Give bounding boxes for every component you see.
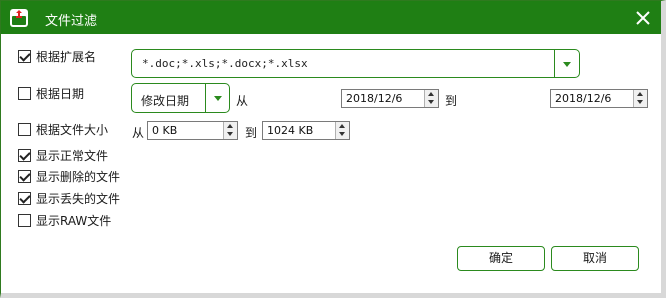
dialog-title: 文件过滤 — [45, 14, 98, 29]
chevron-down-icon[interactable] — [214, 96, 222, 101]
extension-combo[interactable]: *.doc;*.xls;*.docx;*.xlsx — [131, 49, 580, 78]
option-show-lost[interactable]: 显示丢失的文件 — [18, 190, 120, 207]
combo-divider — [205, 84, 206, 112]
date-filter-checkbox-row[interactable]: 根据日期 — [18, 85, 84, 102]
show-lost-checkbox[interactable] — [18, 192, 31, 205]
app-logo-icon — [10, 9, 28, 27]
extension-filter-checkbox-row[interactable]: 根据扩展名 — [18, 48, 96, 65]
spin-down-icon[interactable] — [224, 130, 237, 138]
spin-buttons — [633, 90, 647, 107]
size-to-stepper[interactable]: 1024 KB — [262, 121, 350, 140]
size-from-value: 0 KB — [152, 124, 178, 137]
date-to-picker[interactable]: 2018/12/6 — [550, 89, 648, 108]
date-type-value: 修改日期 — [141, 94, 190, 108]
size-filter-checkbox-row[interactable]: 根据文件大小 — [18, 121, 108, 138]
spin-down-icon[interactable] — [336, 130, 349, 138]
show-normal-label: 显示正常文件 — [36, 149, 109, 163]
option-show-deleted[interactable]: 显示删除的文件 — [18, 168, 120, 185]
show-lost-label: 显示丢失的文件 — [36, 192, 121, 206]
cancel-button[interactable]: 取消 — [551, 246, 639, 271]
size-filter-checkbox[interactable] — [18, 123, 31, 136]
date-type-combo[interactable]: 修改日期 — [131, 83, 230, 113]
date-to-value: 2018/12/6 — [555, 92, 612, 105]
spin-up-icon[interactable] — [336, 122, 349, 130]
show-normal-checkbox[interactable] — [18, 149, 31, 162]
spin-buttons — [424, 90, 438, 107]
date-to-label: 到 — [445, 94, 458, 108]
size-filter-label: 根据文件大小 — [36, 123, 109, 137]
date-from-picker[interactable]: 2018/12/6 — [341, 89, 439, 108]
show-raw-checkbox[interactable] — [18, 214, 31, 227]
show-deleted-label: 显示删除的文件 — [36, 170, 121, 184]
date-from-label: 从 — [236, 94, 249, 108]
file-filter-dialog: 文件过滤 根据扩展名 *.doc;*.xls;*.docx;*.xlsx 根据日… — [0, 0, 666, 298]
spin-down-icon[interactable] — [634, 98, 647, 106]
extension-filter-checkbox[interactable] — [18, 50, 31, 63]
spin-up-icon[interactable] — [224, 122, 237, 130]
option-show-raw[interactable]: 显示RAW文件 — [18, 212, 111, 229]
chevron-down-icon[interactable] — [563, 62, 571, 67]
option-show-normal[interactable]: 显示正常文件 — [18, 147, 108, 164]
title-bar[interactable]: 文件过滤 — [1, 1, 661, 34]
spin-buttons — [223, 122, 237, 139]
close-icon[interactable] — [633, 8, 653, 28]
size-from-label: 从 — [132, 126, 145, 140]
extension-value: *.doc;*.xls;*.docx;*.xlsx — [142, 57, 308, 70]
show-deleted-checkbox[interactable] — [18, 170, 31, 183]
size-to-value: 1024 KB — [267, 124, 314, 137]
spin-up-icon[interactable] — [634, 90, 647, 98]
combo-divider — [554, 50, 555, 77]
date-filter-checkbox[interactable] — [18, 87, 31, 100]
date-from-value: 2018/12/6 — [346, 92, 403, 105]
size-from-stepper[interactable]: 0 KB — [147, 121, 238, 140]
spin-down-icon[interactable] — [425, 98, 438, 106]
show-raw-label: 显示RAW文件 — [36, 214, 112, 228]
spin-up-icon[interactable] — [425, 90, 438, 98]
size-to-label: 到 — [245, 126, 258, 140]
extension-filter-label: 根据扩展名 — [36, 50, 97, 64]
ok-button[interactable]: 确定 — [457, 246, 545, 271]
date-filter-label: 根据日期 — [36, 87, 85, 101]
spin-buttons — [335, 122, 349, 139]
